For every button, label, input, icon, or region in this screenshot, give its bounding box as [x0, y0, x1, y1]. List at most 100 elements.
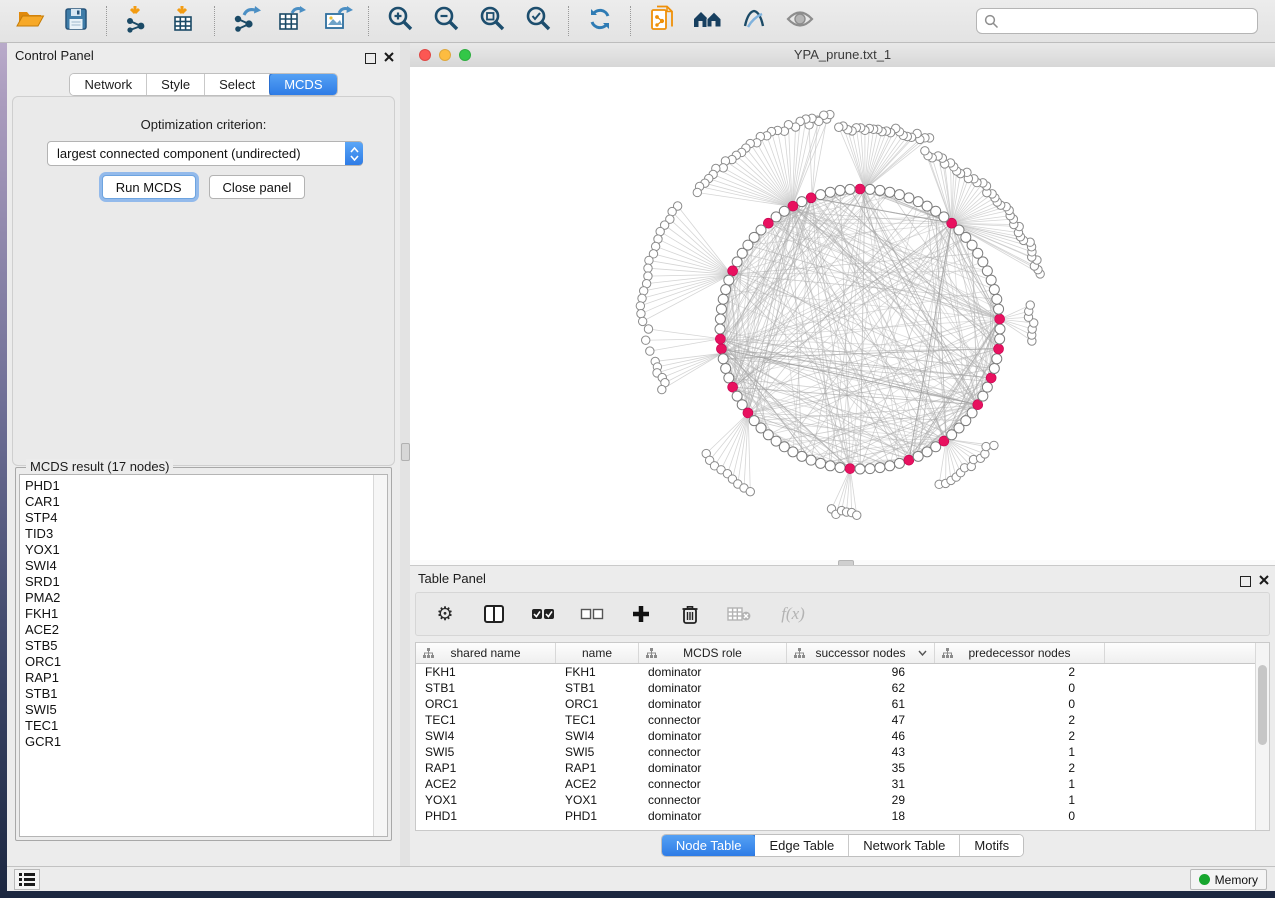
tab-mcds[interactable]: MCDS — [269, 73, 337, 96]
zoom-fit-button[interactable] — [476, 5, 508, 37]
optimization-criterion-select[interactable]: largest connected component (undirected) — [47, 141, 363, 166]
tab-motifs[interactable]: Motifs — [960, 835, 1023, 856]
table-row[interactable]: PHD1PHD1dominator180 — [416, 808, 1269, 824]
tab-network[interactable]: Network — [70, 74, 147, 95]
column-header-name[interactable]: name — [556, 643, 639, 663]
import-network-button[interactable] — [122, 5, 154, 37]
zoom-selected-icon — [525, 5, 552, 37]
tab-network-table[interactable]: Network Table — [849, 835, 960, 856]
eye-icon — [785, 8, 815, 35]
mcds-result-item[interactable]: PHD1 — [25, 478, 371, 494]
deselect-all-rows-button[interactable] — [579, 601, 605, 627]
table-row[interactable]: RAP1RAP1dominator352 — [416, 760, 1269, 776]
search-input[interactable] — [976, 8, 1258, 34]
export-network-icon — [231, 5, 261, 38]
column-header-MCDS-role[interactable]: MCDS role — [639, 643, 787, 663]
close-panel-icon[interactable] — [384, 49, 394, 67]
table-row[interactable]: ORC1ORC1dominator610 — [416, 696, 1269, 712]
mcds-result-item[interactable]: GCR1 — [25, 734, 371, 750]
column-header-successor-nodes[interactable]: successor nodes — [787, 643, 935, 663]
network-from-selection-button[interactable] — [646, 5, 678, 37]
network-window-titlebar[interactable]: YPA_prune.txt_1 — [410, 43, 1275, 68]
mcds-result-item[interactable]: CAR1 — [25, 494, 371, 510]
table-row[interactable]: YOX1YOX1connector291 — [416, 792, 1269, 808]
memory-button[interactable]: Memory — [1190, 869, 1267, 890]
mcds-result-item[interactable]: PMA2 — [25, 590, 371, 606]
table-cell: 47 — [787, 712, 935, 728]
mcds-tab-content: Optimization criterion: largest connecte… — [12, 96, 395, 466]
delete-table-button[interactable] — [726, 601, 752, 627]
criterion-selected-value: largest connected component (undirected) — [48, 146, 345, 161]
memory-label: Memory — [1215, 873, 1258, 887]
mcds-result-item[interactable]: STP4 — [25, 510, 371, 526]
close-panel-button[interactable]: Close panel — [209, 175, 306, 199]
table-scrollbar[interactable] — [1255, 643, 1269, 830]
export-network-button[interactable] — [230, 5, 262, 37]
import-table-button[interactable] — [168, 5, 200, 37]
mcds-list-scrollbar[interactable] — [373, 475, 387, 836]
function-builder-button[interactable]: f(x) — [775, 601, 811, 627]
columns-icon — [483, 604, 505, 624]
zoom-in-button[interactable] — [384, 5, 416, 37]
table-cell: connector — [639, 792, 787, 808]
mcds-result-item[interactable]: STB1 — [25, 686, 371, 702]
show-graphics-details-button[interactable] — [784, 5, 816, 37]
mcds-result-item[interactable]: FKH1 — [25, 606, 371, 622]
table-row[interactable]: ACE2ACE2connector311 — [416, 776, 1269, 792]
tab-select[interactable]: Select — [205, 74, 270, 95]
scrollbar-thumb[interactable] — [1258, 665, 1267, 745]
table-settings-button[interactable]: ⚙ — [432, 601, 458, 627]
mcds-result-item[interactable]: ACE2 — [25, 622, 371, 638]
splitter-grip[interactable] — [401, 443, 410, 461]
mcds-result-item[interactable]: SWI5 — [25, 702, 371, 718]
open-session-button[interactable] — [14, 5, 46, 37]
table-row[interactable]: STB1STB1dominator620 — [416, 680, 1269, 696]
float-panel-icon[interactable] — [1240, 576, 1251, 587]
mcds-result-item[interactable]: SRD1 — [25, 574, 371, 590]
table-cell: ORC1 — [416, 696, 556, 712]
mcds-result-item[interactable]: RAP1 — [25, 670, 371, 686]
refresh-view-button[interactable] — [584, 5, 616, 37]
mcds-result-item[interactable]: YOX1 — [25, 542, 371, 558]
mcds-result-item[interactable]: ORC1 — [25, 654, 371, 670]
table-cell: STB1 — [416, 680, 556, 696]
task-history-button[interactable] — [14, 869, 40, 890]
run-mcds-button[interactable]: Run MCDS — [102, 175, 196, 199]
control-panel-tabs: NetworkStyleSelectMCDS — [69, 73, 337, 96]
tab-style[interactable]: Style — [147, 74, 205, 95]
tab-node-table[interactable]: Node Table — [661, 834, 757, 857]
table-cell: 43 — [787, 744, 935, 760]
delete-table-icon — [727, 606, 751, 622]
table-cell: 2 — [935, 760, 1105, 776]
save-session-button[interactable] — [60, 5, 92, 37]
mcds-result-item[interactable]: STB5 — [25, 638, 371, 654]
network-window-title: YPA_prune.txt_1 — [410, 47, 1275, 62]
table-row[interactable]: FKH1FKH1dominator962 — [416, 664, 1269, 680]
close-panel-icon[interactable] — [1259, 572, 1269, 590]
delete-column-button[interactable] — [677, 601, 703, 627]
network-canvas[interactable] — [410, 67, 1275, 560]
mcds-result-item[interactable]: SWI4 — [25, 558, 371, 574]
table-row[interactable]: SWI5SWI5connector431 — [416, 744, 1269, 760]
column-header-predecessor-nodes[interactable]: predecessor nodes — [935, 643, 1105, 663]
float-panel-icon[interactable] — [365, 53, 376, 64]
mcds-result-item[interactable]: TEC1 — [25, 718, 371, 734]
table-cell: TEC1 — [556, 712, 639, 728]
tab-edge-table[interactable]: Edge Table — [755, 835, 849, 856]
export-table-button[interactable] — [276, 5, 308, 37]
table-cell: 2 — [935, 712, 1105, 728]
zoom-selected-button[interactable] — [522, 5, 554, 37]
search-icon — [984, 14, 999, 34]
show-columns-button[interactable] — [481, 601, 507, 627]
mcds-result-item[interactable]: TID3 — [25, 526, 371, 542]
export-image-button[interactable] — [322, 5, 354, 37]
table-row[interactable]: TEC1TEC1connector472 — [416, 712, 1269, 728]
network-overview-button[interactable] — [692, 5, 724, 37]
column-header-shared-name[interactable]: shared name — [416, 643, 556, 663]
hide-graphics-details-button[interactable] — [738, 5, 770, 37]
mcds-result-group: MCDS result (17 nodes) PHD1CAR1STP4TID3Y… — [15, 467, 392, 841]
add-column-button[interactable] — [628, 601, 654, 627]
table-row[interactable]: SWI4SWI4dominator462 — [416, 728, 1269, 744]
zoom-out-button[interactable] — [430, 5, 462, 37]
select-all-rows-button[interactable] — [530, 601, 556, 627]
